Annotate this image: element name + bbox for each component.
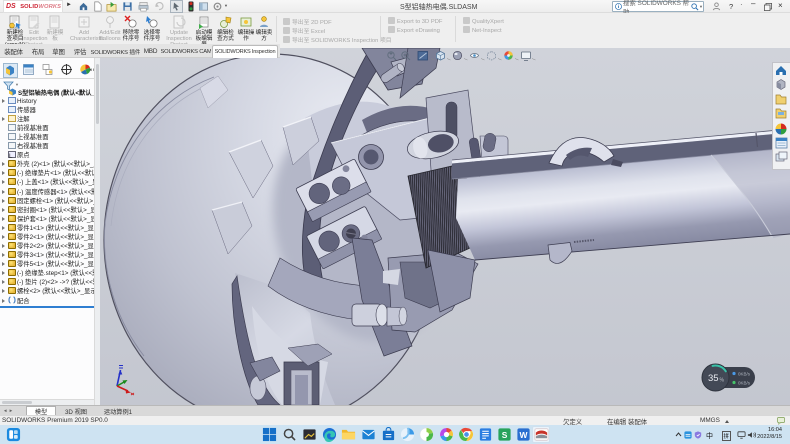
svg-text:35: 35 [708, 373, 719, 384]
svg-text:0KB/s: 0KB/s [738, 372, 751, 377]
svg-text:%: % [720, 378, 725, 384]
svg-text:0KB/s: 0KB/s [738, 381, 751, 386]
svg-text:S: S [502, 430, 508, 440]
svg-text:W: W [520, 430, 528, 440]
